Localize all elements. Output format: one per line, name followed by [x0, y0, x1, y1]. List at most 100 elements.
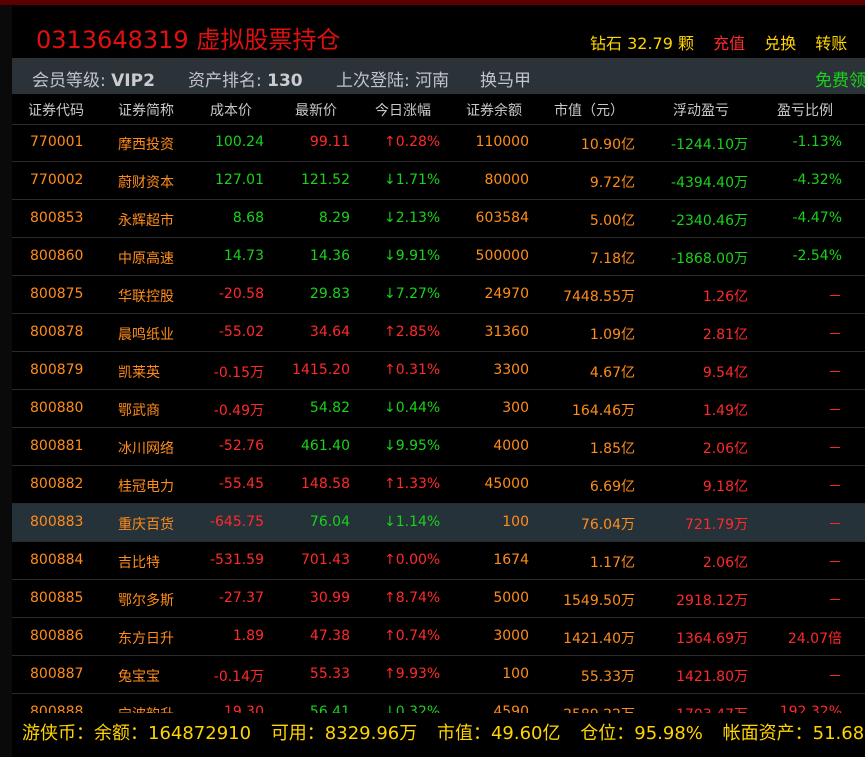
cell-cost: -55.02 — [218, 324, 264, 340]
header-actions: 钻石 32.79 颗 充值 兑换 转账 — [590, 30, 861, 54]
table-row[interactable]: 800881 冰川网络 -52.76 461.40 ↓9.95% 4000 1.85亿 2.0… — [12, 428, 865, 466]
cell-quantity: 80000 — [484, 172, 529, 188]
cell-pnl-ratio: － — [828, 289, 842, 305]
cell-market-value: 6.69亿 — [589, 479, 635, 495]
cell-pnl: 2.06亿 — [702, 441, 748, 457]
cell-cost: -27.37 — [218, 590, 264, 606]
cell-latest-price: 14.36 — [309, 248, 350, 264]
table-row[interactable]: 800883 重庆百货 -645.75 76.04 ↓1.14% 100 76.04万 721… — [12, 504, 865, 542]
left-edge — [0, 5, 12, 757]
transfer-link[interactable]: 转账 — [815, 34, 847, 53]
cell-quantity: 100 — [502, 666, 529, 682]
cell-latest-price: 121.52 — [301, 172, 350, 188]
free-claim-link[interactable]: 免费领 — [815, 66, 865, 91]
col-name: 证券简称 — [118, 103, 174, 119]
cell-code: 800878 — [30, 324, 84, 340]
cell-latest-price: 47.38 — [309, 628, 350, 644]
cell-market-value: 4.67亿 — [589, 365, 635, 381]
cell-name: 东方日升 — [118, 631, 174, 647]
cell-quantity: 24970 — [484, 286, 529, 302]
cell-name: 中原高速 — [118, 251, 174, 267]
cell-change: ↑0.74% — [384, 628, 441, 644]
cell-latest-price: 30.99 — [309, 590, 350, 606]
table-row[interactable]: 800880 鄂武商 -0.49万 54.82 ↓0.44% 300 164.46万 1.49… — [12, 390, 865, 428]
cell-name: 重庆百货 — [118, 517, 174, 533]
exchange-link[interactable]: 兑换 — [764, 34, 796, 53]
cell-code: 800879 — [30, 362, 84, 378]
table-row[interactable]: 800884 吉比特 -531.59 701.43 ↑0.00% 1674 1.17亿 2.0… — [12, 542, 865, 580]
cell-cost: 100.24 — [215, 134, 264, 150]
asset-rank: 资产排名: 130 — [188, 66, 303, 91]
cell-market-value: 164.46万 — [572, 403, 635, 419]
cell-pnl-ratio: － — [828, 327, 842, 343]
cell-change: ↓2.13% — [384, 210, 441, 226]
cell-cost: 14.73 — [223, 248, 264, 264]
cell-cost: 127.01 — [215, 172, 264, 188]
holdings-table-header: 证券代码 证券简称 成本价 最新价 今日涨幅 证券余额 市值（元） 浮动盈亏 盈… — [12, 94, 865, 125]
cell-pnl: -2340.46万 — [671, 213, 748, 229]
cell-code: 800887 — [30, 666, 84, 682]
cell-pnl: 2.81亿 — [702, 327, 748, 343]
cell-latest-price: 76.04 — [309, 514, 350, 530]
cell-change: ↑9.93% — [384, 666, 441, 682]
cell-cost: 1.89 — [232, 628, 264, 644]
recharge-link[interactable]: 充值 — [713, 34, 745, 53]
cell-pnl: 9.18亿 — [702, 479, 748, 495]
cell-change: ↑0.31% — [384, 362, 441, 378]
cell-market-value: 5.00亿 — [589, 213, 635, 229]
cell-quantity: 110000 — [475, 134, 529, 150]
asset-rank-label: 资产排名: — [188, 71, 262, 91]
cell-pnl-ratio: -2.54% — [792, 248, 842, 264]
table-row[interactable]: 800879 凯莱英 -0.15万 1415.20 ↑0.31% 3300 4.67亿 9.5… — [12, 352, 865, 390]
cell-code: 770002 — [30, 172, 84, 188]
table-row[interactable]: 770001 摩西投资 100.24 99.11 ↑0.28% 110000 10.90亿 -… — [12, 124, 865, 162]
table-row[interactable]: 800878 晨鸣纸业 -55.02 34.64 ↑2.85% 31360 1.09亿 2.8… — [12, 314, 865, 352]
cell-change: ↑1.33% — [384, 476, 441, 492]
cell-name: 永辉超市 — [118, 213, 174, 229]
cell-pnl: 2918.12万 — [676, 593, 748, 609]
cell-pnl-ratio: 24.07倍 — [787, 631, 842, 647]
col-latest: 最新价 — [295, 103, 337, 119]
table-row[interactable]: 800860 中原高速 14.73 14.36 ↓9.91% 500000 7.18亿 -18… — [12, 238, 865, 276]
col-quantity: 证券余额 — [466, 103, 522, 119]
cell-quantity: 31360 — [484, 324, 529, 340]
cell-pnl-ratio: － — [828, 365, 842, 381]
cell-market-value: 10.90亿 — [580, 137, 635, 153]
table-row[interactable]: 800886 东方日升 1.89 47.38 ↑0.74% 3000 1421.40万 136… — [12, 618, 865, 656]
cell-change: ↓1.14% — [384, 514, 441, 530]
table-row[interactable]: 800882 桂冠电力 -55.45 148.58 ↑1.33% 45000 6.69亿 9.… — [12, 466, 865, 504]
cell-name: 晨鸣纸业 — [118, 327, 174, 343]
col-code: 证券代码 — [28, 103, 84, 119]
cell-cost: -55.45 — [218, 476, 264, 492]
table-row[interactable]: 800875 华联控股 -20.58 29.83 ↓7.27% 24970 7448.55万… — [12, 276, 865, 314]
cell-market-value: 7448.55万 — [563, 289, 635, 305]
cell-pnl-ratio: － — [828, 517, 842, 533]
cell-quantity: 100 — [502, 514, 529, 530]
cell-cost: -645.75 — [209, 514, 264, 530]
cell-latest-price: 148.58 — [301, 476, 350, 492]
cell-latest-price: 701.43 — [301, 552, 350, 568]
table-row[interactable]: 800885 鄂尔多斯 -27.37 30.99 ↑8.74% 5000 1549.50万 2… — [12, 580, 865, 618]
cell-cost: -0.49万 — [213, 403, 264, 419]
table-row[interactable]: 800887 兔宝宝 -0.14万 55.33 ↑9.93% 100 55.33万 1421.… — [12, 656, 865, 694]
cell-name: 兔宝宝 — [118, 669, 160, 685]
cell-latest-price: 54.82 — [309, 400, 350, 416]
cell-change: ↓9.95% — [384, 438, 441, 454]
table-row[interactable]: 800853 永辉超市 8.68 8.29 ↓2.13% 603584 5.00亿 -2340… — [12, 200, 865, 238]
cell-quantity: 4000 — [493, 438, 529, 454]
cell-name: 凯莱英 — [118, 365, 160, 381]
cell-cost: 8.68 — [232, 210, 264, 226]
cell-name: 华联控股 — [118, 289, 174, 305]
cell-code: 800883 — [30, 514, 84, 530]
member-level-label: 会员等级: — [32, 71, 106, 91]
cell-market-value: 76.04万 — [580, 517, 635, 533]
cell-change: ↑8.74% — [384, 590, 441, 606]
page-header: 0313648319 虚拟股票持仓 钻石 32.79 颗 充值 兑换 转账 — [12, 5, 865, 58]
cell-change: ↓0.44% — [384, 400, 441, 416]
switch-account-link[interactable]: 换马甲 — [480, 66, 531, 91]
cell-name: 蔚财资本 — [118, 175, 174, 191]
cell-quantity: 603584 — [475, 210, 529, 226]
position-ratio: 仓位：95.98% — [580, 723, 703, 744]
cell-market-value: 1421.40万 — [563, 631, 635, 647]
table-row[interactable]: 770002 蔚财资本 127.01 121.52 ↓1.71% 80000 9.72亿 -4… — [12, 162, 865, 200]
